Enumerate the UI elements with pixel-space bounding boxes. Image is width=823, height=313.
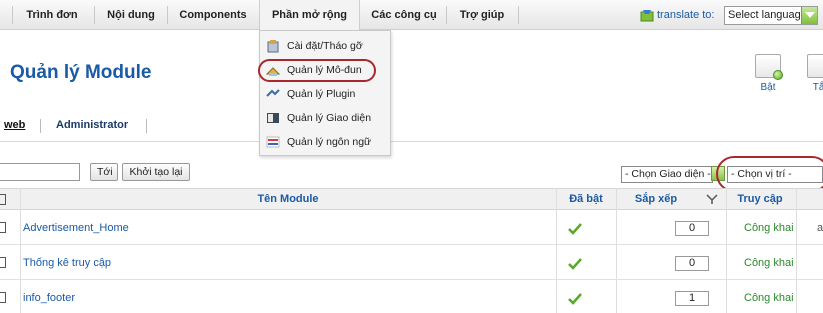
disable-icon	[807, 54, 823, 78]
menu-item-menus[interactable]: Trình đơn	[16, 0, 88, 30]
checkmark-icon[interactable]	[567, 257, 583, 271]
menu-separator	[167, 6, 168, 24]
menu-item-components[interactable]: Components	[171, 0, 255, 30]
enable-button[interactable]: Bật	[748, 54, 788, 98]
dropdown-item-label: Quản lý Giao diện	[287, 112, 372, 124]
menu-separator	[12, 6, 13, 24]
column-header-enabled[interactable]: Đã bật	[557, 189, 615, 210]
menu-item-extensions[interactable]: Phần mở rộng	[259, 0, 360, 30]
access-link[interactable]: Công khai	[744, 281, 794, 313]
save-order-icon[interactable]	[706, 194, 718, 205]
row-extra-text: a	[817, 222, 823, 234]
dropdown-item-label: Quản lý ngôn ngữ	[287, 136, 372, 148]
menu-separator	[94, 6, 95, 24]
disable-button-label: Tắt	[812, 82, 823, 93]
tab-web[interactable]: web	[4, 119, 25, 131]
dropdown-item-label: Quản lý Plugin	[287, 88, 356, 100]
menu-item-help[interactable]: Trợ giúp	[450, 0, 514, 30]
row-checkbox[interactable]	[0, 222, 6, 233]
language-icon	[266, 136, 280, 148]
row-checkbox[interactable]	[0, 257, 6, 268]
order-input[interactable]: 1	[675, 291, 709, 306]
table-row: Advertisement_Home 0 Công khai a	[0, 211, 823, 245]
subtab-separator	[40, 119, 41, 133]
order-input[interactable]: 0	[675, 221, 709, 236]
translate-icon	[640, 10, 654, 22]
filter-input[interactable]	[0, 163, 80, 181]
enable-button-label: Bật	[760, 82, 776, 93]
column-header-name[interactable]: Tên Module	[20, 189, 556, 210]
menu-item-tools[interactable]: Các công cụ	[362, 0, 446, 30]
module-name-link[interactable]: Advertisement_Home	[23, 211, 129, 245]
disable-button[interactable]: Tắt	[800, 54, 823, 98]
highlight-ellipse	[258, 59, 376, 82]
dropdown-item-templates[interactable]: Quản lý Giao diện	[260, 106, 390, 130]
menu-separator	[518, 6, 519, 24]
top-menu-bar: Trình đơn Nội dung Components Phần mở rộ…	[0, 0, 823, 30]
go-button[interactable]: Tới	[90, 163, 118, 181]
plugin-icon	[266, 89, 280, 97]
column-header-access[interactable]: Truy cập	[726, 189, 794, 210]
enable-icon	[755, 54, 783, 80]
template-icon	[267, 113, 279, 123]
reset-button[interactable]: Khởi tạo lại	[122, 163, 190, 181]
template-select[interactable]: - Chọn Giao diện -	[621, 166, 713, 183]
checkmark-icon[interactable]	[567, 222, 583, 236]
dropdown-item-install[interactable]: Cài đặt/Tháo gỡ	[260, 34, 390, 58]
table-header: Tên Module Đã bật Sắp xếp Truy cập	[0, 188, 823, 210]
language-select-value: Select language	[728, 9, 807, 21]
module-name-link[interactable]: Thống kê truy cập	[23, 246, 111, 280]
menu-item-content[interactable]: Nội dung	[98, 0, 164, 30]
order-input[interactable]: 0	[675, 256, 709, 271]
dropdown-item-label: Cài đặt/Tháo gỡ	[287, 40, 363, 52]
table-row: Thống kê truy cập 0 Công khai	[0, 246, 823, 280]
language-select[interactable]: Select language	[724, 6, 818, 25]
translate-label: translate to:	[657, 9, 715, 21]
module-name-link[interactable]: info_footer	[23, 281, 75, 313]
extensions-dropdown: Cài đặt/Tháo gỡ Quản lý Mô-đun Quản lý P…	[258, 30, 391, 156]
row-checkbox[interactable]	[0, 292, 6, 303]
dropdown-item-modules[interactable]: Quản lý Mô-đun	[258, 58, 390, 82]
page-title: Quản lý Module	[10, 62, 152, 83]
select-all-checkbox[interactable]	[0, 194, 6, 205]
column-header-order[interactable]: Sắp xếp	[616, 189, 696, 210]
subtab-divider	[0, 141, 823, 142]
highlight-ellipse	[716, 156, 823, 192]
menu-separator	[446, 6, 447, 24]
dropdown-item-languages[interactable]: Quản lý ngôn ngữ	[260, 130, 390, 154]
tab-administrator[interactable]: Administrator	[56, 119, 128, 131]
install-icon	[267, 40, 279, 53]
access-link[interactable]: Công khai	[744, 246, 794, 280]
subtab-separator	[146, 119, 147, 133]
dropdown-item-plugins[interactable]: Quản lý Plugin	[260, 82, 390, 106]
chevron-down-icon[interactable]	[801, 7, 817, 24]
table-row: info_footer 1 Công khai	[0, 281, 823, 313]
checkmark-icon[interactable]	[567, 292, 583, 306]
access-link[interactable]: Công khai	[744, 211, 794, 245]
